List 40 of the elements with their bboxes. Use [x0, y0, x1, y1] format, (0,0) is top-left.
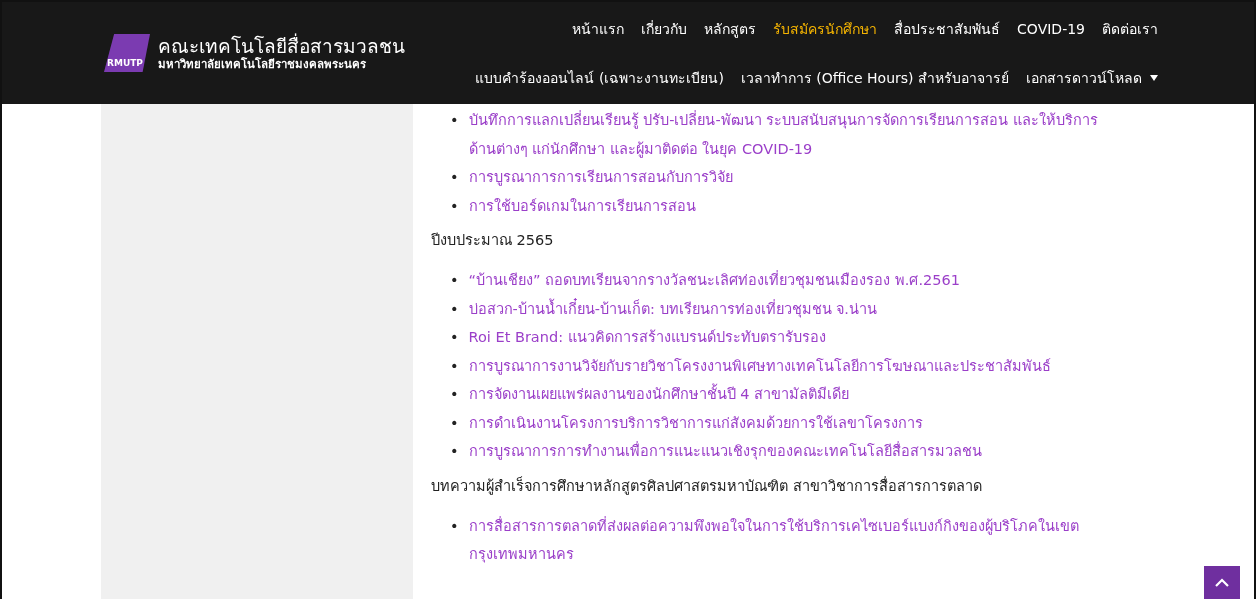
nav-link[interactable]: COVID-19 — [1017, 20, 1085, 37]
scroll-top-button[interactable] — [1204, 566, 1240, 599]
nav-link[interactable]: แบบคำร้องออนไลน์ (เฉพาะงานทะเบียน) — [475, 66, 724, 89]
nav-link[interactable]: เวลาทำการ (Office Hours) สำหรับอาจารย์ — [740, 66, 1009, 89]
chevron-up-icon — [1215, 578, 1229, 587]
section-heading: บทความผู้สำเร็จการศึกษาหลักสูตรศิลปศาสตรมหาบัณฑิต สาขาวิชาการสื่อสารการตลาด — [431, 475, 983, 497]
nav-link[interactable]: หลักสูตร — [704, 17, 757, 40]
bullet-mark: • — [450, 516, 459, 536]
article-link[interactable]: การจัดงานเผยแพร่ผลงานของนักศึกษาชั้นปี 4 สาขามัลติมีเดีย — [468, 380, 849, 409]
bullet-mark: • — [450, 271, 459, 290]
article-link[interactable]: “บ้านเชียง” ถอดบทเรียนจากรางวัลชนะเลิศท่องเที่ยวชุมชนเมืองรอง พ.ศ.2561 — [468, 266, 960, 295]
nav-link[interactable]: หน้าแรก — [572, 17, 625, 40]
nav-link[interactable]: สื่อประชาสัมพันธ์ — [894, 17, 1001, 40]
article-link[interactable]: การสื่อสารการตลาดที่ส่งผลต่อความพึงพอใจในการใช้บริการเคไซเบอร์แบงก์กิงของผู้บริโภคในเขตกรุงเทพมหานคร — [468, 511, 1120, 569]
nav-link[interactable]: เอกสารดาวน์โหลด — [1026, 66, 1158, 89]
logo[interactable]: RMUTP — [104, 34, 150, 72]
nav-link[interactable]: เกี่ยวกับ — [641, 17, 688, 40]
article-link[interactable]: Roi Et Brand: แนวคิดการสร้างแบรนด์ประทับตรารับรอง — [468, 323, 826, 352]
article-link[interactable]: บันทึกการแลกเปลี่ยนเรียนรู้ ปรับ-เปลี่ยน-พัฒนา ระบบสนับสนุนการจัดการเรียนการสอน และให้บริการด้านต่างๆ แก่นักศึกษา และผู้มาติดต่อ ในยุค COVID-19 — [468, 106, 1120, 163]
site-title: คณะเทคโนโลยีสื่อสารมวลชน — [158, 35, 405, 57]
article-link[interactable]: การบูรณาการการเรียนการสอนกับการวิจัย — [468, 163, 733, 192]
bullet-mark: • — [450, 111, 459, 130]
bullet-mark: • — [450, 168, 459, 187]
bullet-mark: • — [450, 196, 459, 216]
article-link[interactable]: การบูรณาการการทำงานเพื่อการแนะแนวเชิงรุกของคณะเทคโนโลยีสื่อสารมวลชน — [468, 437, 982, 466]
bullet-mark: • — [450, 385, 459, 404]
article-link[interactable]: การดำเนินงานโครงการบริการวิชาการแก่สังคมด้วยการใช้เลขาโครงการ — [468, 408, 923, 437]
nav-link[interactable]: รับสมัครนักศึกษา — [773, 17, 878, 40]
article-link[interactable]: บ่อสวก-บ้านน้ำเกี๋ยน-บ้านเก็ต: บทเรียนการท่องเที่ยวชุมชน จ.น่าน — [468, 294, 877, 323]
article-link[interactable]: การใช้บอร์ดเกมในการเรียนการสอน — [468, 191, 696, 220]
bullet-mark: • — [450, 442, 459, 461]
bullet-mark: • — [450, 356, 459, 376]
bullet-mark: • — [450, 328, 459, 347]
article-link[interactable]: การบูรณาการงานวิจัยกับรายวิชาโครงงานพิเศษทางเทคโนโลยีการโฆษณาและประชาสัมพันธ์ — [468, 351, 1051, 380]
caret-icon — [1150, 74, 1158, 81]
section-heading: ปีงบประมาณ 2565 — [431, 231, 555, 250]
bullet-mark: • — [450, 413, 459, 433]
site-subtitle: มหาวิทยาลัยเทคโนโลยีราชมงคลพระนคร — [158, 57, 367, 71]
bullet-mark: • — [450, 299, 459, 319]
nav-link[interactable]: ติดต่อเรา — [1102, 17, 1158, 40]
